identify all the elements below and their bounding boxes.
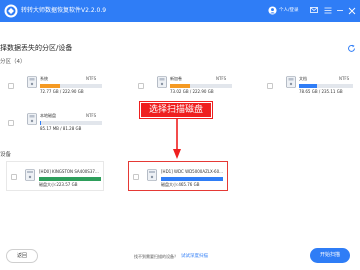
hint-text: 找不到需要扫描的设备？ — [134, 254, 178, 259]
usage-bar-fill — [39, 177, 101, 181]
partition-filesystem: NTFS — [86, 113, 97, 118]
hard-drive-icon — [157, 76, 167, 88]
menu-button[interactable] — [322, 5, 333, 16]
deep-scan-link[interactable]: 试试深度扫描 — [181, 253, 208, 260]
device-name: [HD1] WDC WD5000AZLX-60... — [161, 169, 223, 174]
usage-bar-fill — [40, 84, 61, 88]
hard-drive-icon — [27, 76, 37, 88]
app-title: 转转大师数据恢复软件V2.2.0.9 — [21, 7, 107, 14]
partition-filesystem: NTFS — [216, 76, 227, 81]
close-icon — [348, 7, 355, 14]
device-size: 磁盘大小:465.76 GB — [161, 182, 200, 187]
minimize-button[interactable] — [334, 5, 345, 16]
user-avatar-icon[interactable] — [268, 6, 277, 15]
annotation-callout: 选择扫描磁盘 — [140, 102, 212, 118]
partition-card-new-volume[interactable]: 新加卷 NTFS 73.02 GB / 222.90 GB — [138, 71, 236, 97]
usage-bar — [299, 84, 353, 88]
usage-bar-fill — [161, 177, 223, 181]
partition-card-local-disk[interactable]: 本地磁盘 NTFS 85.17 MB / 81.28 GB — [8, 108, 106, 134]
page-title: 择数据丢失的分区/设备 — [0, 44, 73, 52]
app-logo-icon — [4, 4, 18, 18]
usage-bar — [40, 121, 102, 125]
device-size: 磁盘大小:223.57 GB — [39, 182, 78, 187]
usage-bar-fill — [170, 84, 191, 88]
minimize-icon — [336, 10, 343, 11]
hard-disk-icon — [25, 169, 35, 181]
feedback-button[interactable] — [308, 5, 319, 16]
device-card-hd0[interactable]: [HD0] KINGSTON SA400S37... 磁盘大小:223.57 G… — [6, 161, 104, 191]
login-link[interactable]: 个人/登录 — [279, 6, 299, 15]
devices-section-label: 设备 — [0, 152, 12, 158]
partition-card-system[interactable]: 系统 NTFS 72.77 GB / 222.90 GB — [8, 71, 106, 97]
partition-name: 新加卷 — [170, 76, 182, 81]
usage-bar — [40, 84, 102, 88]
hard-drive-icon — [27, 113, 37, 125]
partition-checkbox[interactable] — [138, 83, 144, 89]
hard-drive-icon — [286, 76, 296, 88]
partition-size: 78.65 GB / 235.11 GB — [299, 89, 343, 94]
partition-size: 72.77 GB / 222.90 GB — [40, 89, 84, 94]
partition-filesystem: NTFS — [339, 76, 350, 81]
partition-size: 73.02 GB / 222.90 GB — [170, 89, 214, 94]
usage-bar — [161, 177, 223, 181]
usage-bar — [170, 84, 232, 88]
back-button[interactable]: 返回 — [6, 249, 38, 263]
footer-bar: 返回 找不到需要扫描的设备？ 试试深度扫描 开始扫描 — [0, 218, 360, 270]
arrow-down-icon — [173, 118, 181, 159]
partition-checkbox[interactable] — [8, 120, 14, 126]
device-name: [HD0] KINGSTON SA400S37... — [39, 169, 99, 174]
partition-card-documents[interactable]: 文档 NTFS 78.65 GB / 235.11 GB — [267, 71, 357, 97]
hamburger-menu-icon — [324, 7, 331, 14]
device-checkbox[interactable] — [133, 174, 139, 180]
hard-disk-icon — [147, 169, 157, 181]
partition-name: 系统 — [40, 76, 48, 81]
title-bar: 转转大师数据恢复软件V2.2.0.9 个人/登录 — [0, 0, 360, 22]
partition-filesystem: NTFS — [86, 76, 97, 81]
refresh-icon[interactable] — [347, 44, 356, 53]
partition-checkbox[interactable] — [267, 83, 273, 89]
message-icon — [309, 7, 318, 13]
device-card-hd1[interactable]: [HD1] WDC WD5000AZLX-60... 磁盘大小:465.76 G… — [128, 161, 228, 191]
usage-bar-fill — [40, 121, 41, 125]
start-scan-button[interactable]: 开始扫描 — [310, 248, 350, 263]
usage-bar-fill — [299, 84, 317, 88]
partition-size: 85.17 MB / 81.28 GB — [40, 126, 82, 131]
partition-name: 文档 — [299, 76, 307, 81]
usage-bar — [39, 177, 101, 181]
device-checkbox[interactable] — [11, 174, 17, 180]
close-button[interactable] — [346, 5, 357, 16]
partition-checkbox[interactable] — [8, 83, 14, 89]
partition-name: 本地磁盘 — [40, 113, 56, 118]
partitions-section-label: 分区（4） — [0, 59, 26, 65]
